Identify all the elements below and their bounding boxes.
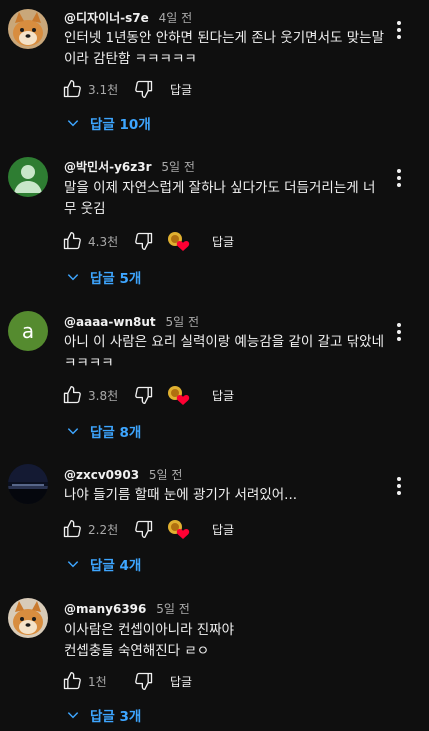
chevron-down-icon: [67, 120, 79, 127]
thumbs-up-icon: [63, 232, 81, 250]
comment-time[interactable]: 4일 전: [159, 11, 193, 25]
comment-actions: 4.3천 답글: [60, 229, 234, 253]
comment-author[interactable]: @디자이너-s7e: [64, 11, 149, 25]
chevron-down-icon: [67, 712, 79, 719]
view-replies-label: 답글 8개: [90, 425, 142, 441]
like-count: 1천: [88, 674, 107, 689]
reply-button[interactable]: 답글: [212, 521, 234, 538]
comment-actions: 3.1천 답글: [60, 77, 192, 101]
thumbs-up-icon: [63, 520, 81, 538]
like-count: 2.2천: [88, 522, 119, 537]
thumbs-up-icon: [63, 80, 81, 98]
avatar[interactable]: [8, 9, 48, 49]
default-person-avatar-icon: [8, 157, 48, 197]
view-replies-label: 답글 3개: [90, 709, 142, 725]
creator-heart-icon: [168, 520, 190, 539]
creator-heart-badge: [166, 517, 190, 541]
more-vert-icon: [397, 477, 401, 481]
comment-menu-button[interactable]: [389, 474, 409, 498]
comment-time[interactable]: 5일 전: [156, 602, 190, 616]
thumbs-down-icon: [135, 672, 153, 690]
chevron-down-icon: [67, 274, 79, 281]
dislike-button[interactable]: [132, 517, 156, 541]
comment-actions: 3.8천 답글: [60, 383, 234, 407]
reply-button[interactable]: 답글: [212, 233, 234, 250]
thumbs-up-icon: [63, 386, 81, 404]
comment-text: 나야 들기름 할때 눈에 광기가 서려있어...: [64, 487, 298, 503]
like-button[interactable]: [60, 229, 84, 253]
like-button[interactable]: [60, 383, 84, 407]
more-vert-icon: [397, 323, 401, 327]
creator-heart-icon: [168, 232, 190, 251]
comment-time[interactable]: 5일 전: [165, 315, 199, 329]
creator-heart-icon: [168, 386, 190, 405]
comment-menu-button[interactable]: [389, 166, 409, 190]
comment-menu-button[interactable]: [389, 18, 409, 42]
like-button[interactable]: [60, 517, 84, 541]
like-button[interactable]: [60, 77, 84, 101]
thumbs-down-icon: [135, 80, 153, 99]
avatar-letter: a: [21, 319, 35, 343]
chevron-down-icon: [67, 561, 79, 568]
comment-actions: 1천 답글: [60, 669, 192, 693]
dislike-button[interactable]: [132, 229, 156, 253]
view-replies-label: 답글 4개: [90, 558, 142, 574]
shiba-avatar-icon: [8, 9, 48, 49]
like-count: 3.8천: [88, 388, 119, 403]
reply-button[interactable]: 답글: [170, 673, 192, 690]
reply-button[interactable]: 답글: [212, 387, 234, 404]
shiba-avatar-icon: [8, 598, 48, 638]
comment-menu-button[interactable]: [389, 320, 409, 344]
comment-actions: 2.2천 답글: [60, 517, 234, 541]
avatar[interactable]: [8, 464, 48, 504]
comment-text: 아니 이 사람은 요리 실력이랑 예능감을 같이 갈고 닦았네ㅋㅋㅋㅋ: [64, 334, 384, 371]
more-vert-icon: [397, 21, 401, 25]
comment-text: 말을 이제 자연스럽게 잘하나 싶다가도 더듬거리는게 너무 웃김: [64, 180, 376, 217]
thumbs-down-icon: [135, 386, 153, 404]
view-replies-button[interactable]: 답글 4개: [66, 552, 141, 576]
reply-button[interactable]: 답글: [170, 81, 192, 98]
comment-author[interactable]: @박민서-y6z3r: [64, 160, 152, 174]
avatar[interactable]: a: [8, 311, 48, 351]
chevron-down-icon: [67, 428, 79, 435]
dislike-button[interactable]: [132, 77, 156, 101]
dislike-button[interactable]: [132, 669, 156, 693]
more-vert-icon: [397, 169, 401, 173]
view-replies-button[interactable]: 답글 10개: [66, 111, 151, 135]
view-replies-button[interactable]: 답글 5개: [66, 265, 141, 289]
comment-author[interactable]: @many6396: [64, 602, 146, 616]
view-replies-button[interactable]: 답글 8개: [66, 419, 141, 443]
comment-text: 이사람은 컨셉이아니라 진짜야 컨셉충들 숙연해진다 ㄹㅇ: [64, 622, 235, 659]
night-city-avatar-icon: [8, 464, 48, 504]
thumbs-up-icon: [63, 672, 81, 690]
comment-text: 인터넷 1년동안 안하면 된다는게 존나 웃기면서도 맞는말이라 감탄함 ㅋㅋㅋ…: [64, 30, 384, 67]
thumbs-down-icon: [135, 232, 153, 250]
creator-heart-badge: [166, 383, 190, 407]
like-count: 3.1천: [88, 82, 119, 97]
comment-author[interactable]: @zxcv0903: [64, 468, 139, 482]
comment-time[interactable]: 5일 전: [161, 160, 195, 174]
dislike-button[interactable]: [132, 383, 156, 407]
view-replies-label: 답글 5개: [90, 271, 142, 287]
view-replies-button[interactable]: 답글 3개: [66, 703, 141, 727]
comment-author[interactable]: @aaaa-wn8ut: [64, 315, 156, 329]
comment-time[interactable]: 5일 전: [149, 468, 183, 482]
avatar[interactable]: [8, 598, 48, 638]
thumbs-down-icon: [135, 520, 153, 538]
view-replies-label: 답글 10개: [90, 117, 151, 133]
creator-heart-badge: [166, 229, 190, 253]
like-button[interactable]: [60, 669, 84, 693]
avatar[interactable]: [8, 157, 48, 197]
like-count: 4.3천: [88, 234, 119, 249]
